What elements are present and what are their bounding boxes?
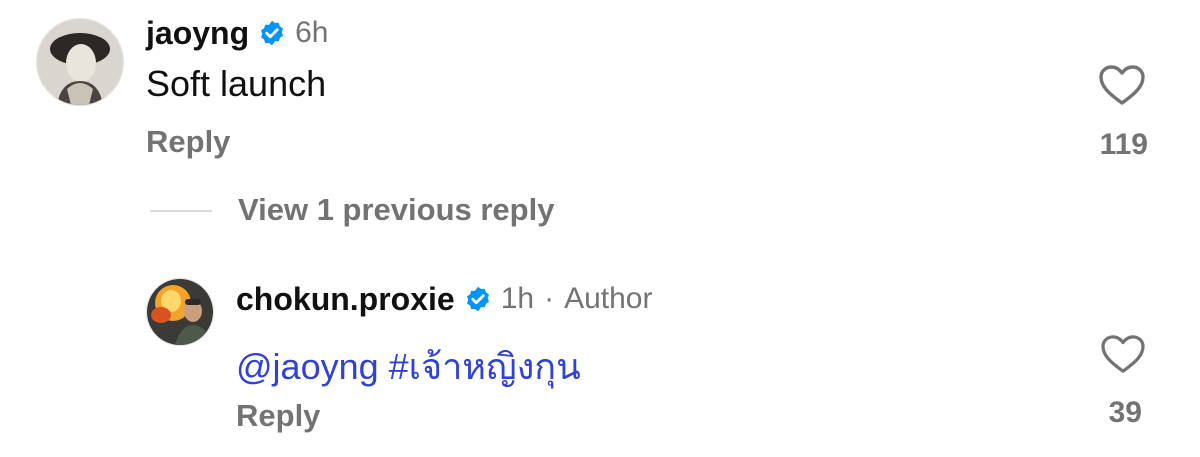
hashtag-link[interactable]: #เจ้าหญิงกุน [389, 338, 581, 395]
verified-badge-icon [258, 19, 286, 47]
reply-header: chokun.proxie 1h · Author [236, 276, 652, 322]
verified-badge-icon [464, 285, 492, 313]
like-heart-icon[interactable] [1100, 334, 1146, 374]
author-label: Author [564, 282, 653, 315]
comment-text: Soft launch [146, 63, 327, 104]
reply-time: 1h [500, 282, 535, 315]
avatar-chokun-proxie[interactable] [146, 278, 214, 346]
comment-time: 6h [295, 16, 329, 49]
username[interactable]: chokun.proxie [236, 281, 455, 318]
comment-header: jaoyng 6h [146, 10, 329, 56]
separator-dot: · [544, 282, 555, 315]
like-heart-icon[interactable] [1098, 64, 1146, 106]
avatar-jaoyng[interactable] [36, 18, 124, 106]
like-count: 39 [1108, 396, 1142, 429]
like-count: 119 [1099, 128, 1148, 161]
reply-button[interactable]: Reply [146, 124, 230, 160]
view-previous-replies-button[interactable]: View 1 previous reply [238, 192, 554, 228]
reply-text: @jaoyng #เจ้าหญิงกุน [236, 338, 581, 395]
mention-link[interactable]: @jaoyng [236, 346, 379, 388]
replies-divider [150, 210, 212, 212]
reply-button[interactable]: Reply [236, 398, 320, 434]
username[interactable]: jaoyng [146, 15, 249, 52]
